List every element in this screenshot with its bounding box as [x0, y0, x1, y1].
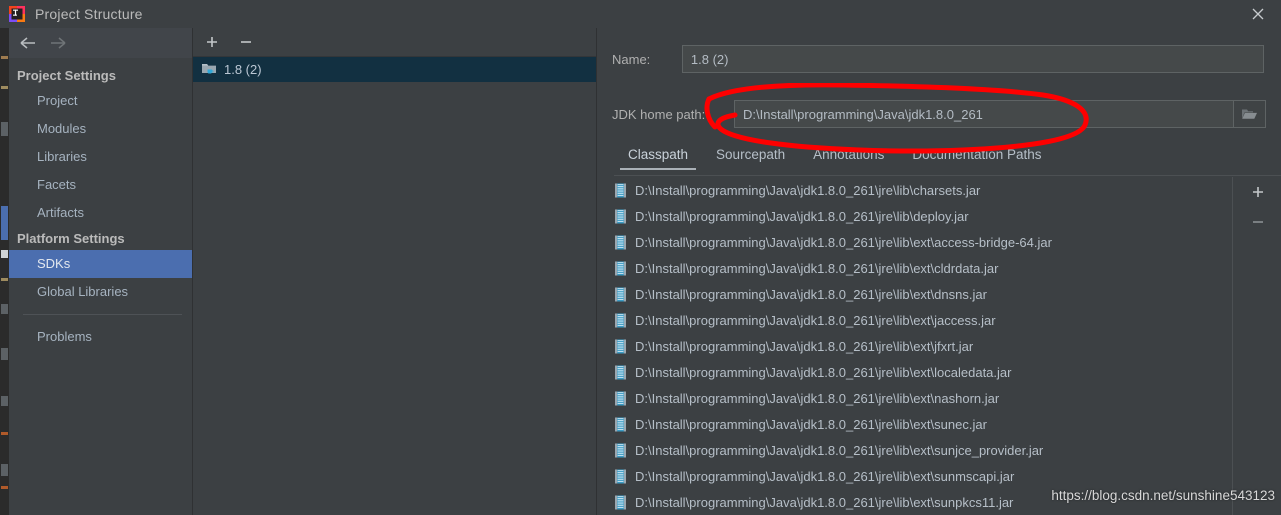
list-item-label: D:\Install\programming\Java\jdk1.8.0_261…: [635, 182, 981, 198]
stripe-mark: [1, 348, 8, 360]
jar-file-icon: [614, 313, 627, 328]
remove-classpath-button[interactable]: [1233, 207, 1281, 237]
jar-file-icon: [614, 365, 627, 380]
jar-file-icon: [614, 287, 627, 302]
sidebar-item-facets[interactable]: Facets: [9, 171, 192, 199]
stripe-mark: [1, 432, 8, 435]
jar-file-icon: [614, 209, 627, 224]
list-item[interactable]: D:\Install\programming\Java\jdk1.8.0_261…: [598, 385, 1231, 411]
list-item-label: D:\Install\programming\Java\jdk1.8.0_261…: [635, 442, 1044, 458]
stripe-mark: [1, 486, 8, 489]
sidebar-item-project[interactable]: Project: [9, 87, 192, 115]
list-item[interactable]: D:\Install\programming\Java\jdk1.8.0_261…: [598, 307, 1231, 333]
sdk-name-input[interactable]: 1.8 (2): [681, 45, 1264, 73]
list-item[interactable]: D:\Install\programming\Java\jdk1.8.0_261…: [598, 437, 1231, 463]
arrow-right-icon: [43, 30, 73, 56]
list-item-label: D:\Install\programming\Java\jdk1.8.0_261…: [635, 312, 996, 328]
list-item[interactable]: D:\Install\programming\Java\jdk1.8.0_261…: [598, 203, 1231, 229]
list-item[interactable]: 1.8 (2): [193, 57, 596, 82]
intellij-idea-icon: [9, 6, 25, 22]
list-item[interactable]: D:\Install\programming\Java\jdk1.8.0_261…: [598, 333, 1231, 359]
arrow-left-icon[interactable]: [13, 30, 43, 56]
sdk-list-pane: 1.8 (2): [192, 28, 597, 515]
list-item-label: D:\Install\programming\Java\jdk1.8.0_261…: [635, 364, 1012, 380]
folder-open-icon[interactable]: [1233, 100, 1266, 128]
list-item[interactable]: D:\Install\programming\Java\jdk1.8.0_261…: [598, 177, 1231, 203]
nav-group-label-project-settings: Project Settings: [17, 68, 116, 83]
stripe-mark: [1, 206, 8, 240]
add-sdk-button[interactable]: [203, 33, 221, 51]
titlebar: Project Structure: [0, 0, 1281, 28]
nav-divider: [23, 314, 182, 315]
sdk-name-label: Name:: [612, 51, 651, 67]
list-item-label: 1.8 (2): [224, 62, 262, 77]
list-item-label: D:\Install\programming\Java\jdk1.8.0_261…: [635, 286, 987, 302]
settings-tree: Project Settings Project Modules Librari…: [9, 58, 192, 351]
window-title: Project Structure: [35, 6, 143, 22]
close-icon[interactable]: [1235, 0, 1281, 28]
add-classpath-button[interactable]: [1233, 177, 1281, 207]
jar-file-icon: [614, 417, 627, 432]
list-item[interactable]: D:\Install\programming\Java\jdk1.8.0_261…: [598, 411, 1231, 437]
watermark-text: https://blog.csdn.net/sunshine543123: [1051, 488, 1275, 503]
sdk-name-row: Name: 1.8 (2): [612, 44, 1264, 74]
jar-file-icon: [614, 495, 627, 510]
classpath-list[interactable]: D:\Install\programming\Java\jdk1.8.0_261…: [598, 177, 1231, 515]
sdk-list-toolbar: [193, 28, 596, 57]
nav-history-toolbar: [9, 28, 192, 58]
list-item[interactable]: D:\Install\programming\Java\jdk1.8.0_261…: [598, 229, 1231, 255]
jar-file-icon: [614, 183, 627, 198]
editor-marker-stripe: [0, 28, 9, 515]
jdk-home-path-row: JDK home path: D:\Install\programming\Ja…: [612, 99, 1281, 129]
jar-file-icon: [614, 235, 627, 250]
sdk-list: 1.8 (2): [193, 57, 596, 82]
stripe-mark: [1, 304, 8, 314]
nav-group-label-platform-settings: Platform Settings: [17, 231, 125, 246]
tab-classpath[interactable]: Classpath: [614, 145, 702, 170]
stripe-mark: [1, 396, 8, 406]
stripe-mark: [1, 56, 8, 59]
sidebar-item-global-libraries[interactable]: Global Libraries: [9, 278, 192, 306]
sidebar-item-modules[interactable]: Modules: [9, 115, 192, 143]
settings-nav-pane: Project Settings Project Modules Librari…: [9, 28, 192, 515]
list-item[interactable]: D:\Install\programming\Java\jdk1.8.0_261…: [598, 255, 1231, 281]
stripe-mark: [1, 278, 8, 281]
stripe-mark: [1, 86, 8, 89]
stripe-mark: [1, 464, 8, 476]
jar-file-icon: [614, 391, 627, 406]
tab-documentation-paths[interactable]: Documentation Paths: [898, 145, 1055, 170]
java-sdk-folder-icon: [201, 61, 217, 78]
list-item-label: D:\Install\programming\Java\jdk1.8.0_261…: [635, 260, 999, 276]
jar-file-icon: [614, 443, 627, 458]
sidebar-item-artifacts[interactable]: Artifacts: [9, 199, 192, 227]
stripe-mark: [1, 122, 8, 136]
stripe-mark: [1, 250, 8, 258]
sidebar-item-libraries[interactable]: Libraries: [9, 143, 192, 171]
list-item-label: D:\Install\programming\Java\jdk1.8.0_261…: [635, 208, 969, 224]
list-item-label: D:\Install\programming\Java\jdk1.8.0_261…: [635, 494, 1014, 510]
list-item[interactable]: D:\Install\programming\Java\jdk1.8.0_261…: [598, 359, 1231, 385]
jar-file-icon: [614, 339, 627, 354]
tabs-divider: [614, 175, 1281, 176]
project-structure-dialog: Project Structure Project Settings Proje…: [0, 0, 1281, 515]
list-item-label: D:\Install\programming\Java\jdk1.8.0_261…: [635, 468, 1015, 484]
tab-annotations[interactable]: Annotations: [799, 145, 898, 170]
jdk-home-path-input[interactable]: D:\Install\programming\Java\jdk1.8.0_261: [734, 100, 1234, 128]
list-item-label: D:\Install\programming\Java\jdk1.8.0_261…: [635, 390, 1000, 406]
detail-tabs: Classpath Sourcepath Annotations Documen…: [614, 145, 1281, 173]
list-item[interactable]: D:\Install\programming\Java\jdk1.8.0_261…: [598, 281, 1231, 307]
jdk-home-path-label: JDK home path:: [612, 106, 706, 122]
list-item-label: D:\Install\programming\Java\jdk1.8.0_261…: [635, 416, 987, 432]
sidebar-item-problems[interactable]: Problems: [9, 323, 192, 351]
sidebar-item-sdks[interactable]: SDKs: [9, 250, 192, 278]
jar-file-icon: [614, 261, 627, 276]
classpath-toolbar: [1232, 177, 1281, 515]
list-item[interactable]: D:\Install\programming\Java\jdk1.8.0_261…: [598, 463, 1231, 489]
remove-sdk-button[interactable]: [237, 33, 255, 51]
list-item-label: D:\Install\programming\Java\jdk1.8.0_261…: [635, 338, 974, 354]
list-item-label: D:\Install\programming\Java\jdk1.8.0_261…: [635, 234, 1052, 250]
jar-file-icon: [614, 469, 627, 484]
tab-sourcepath[interactable]: Sourcepath: [702, 145, 799, 170]
